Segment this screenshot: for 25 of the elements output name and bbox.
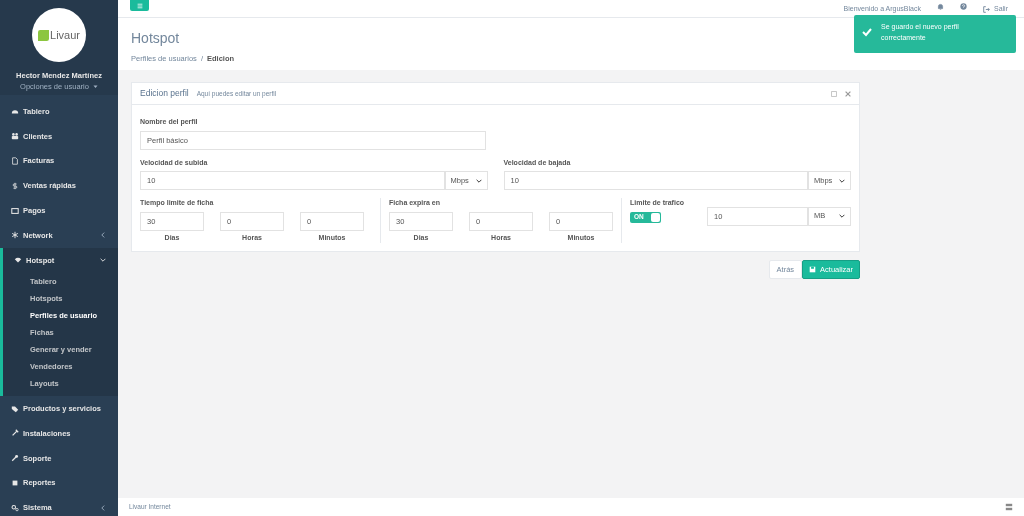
check-icon <box>862 27 872 37</box>
bell-icon <box>937 3 944 10</box>
close-icon <box>845 90 851 97</box>
dollar-icon <box>11 181 19 190</box>
card-icon <box>11 206 19 215</box>
dashboard-icon <box>11 107 19 116</box>
chevron-down-icon <box>475 177 482 184</box>
logout-icon <box>983 5 990 13</box>
chevron-down-icon <box>839 177 845 184</box>
page-title: Hotspot <box>131 29 180 48</box>
panel-title: Edicion perfil <box>140 87 189 100</box>
logo: Livaur <box>32 8 86 62</box>
people-icon <box>11 132 19 141</box>
document-icon <box>11 157 19 165</box>
snowflake-icon <box>11 231 19 240</box>
caret-icon <box>92 84 98 90</box>
gears-icon <box>11 503 19 512</box>
menu-toggle-button[interactable] <box>130 0 149 11</box>
tool-icon <box>11 429 19 438</box>
tags-icon <box>11 404 19 413</box>
wifi-icon <box>14 256 22 265</box>
menu-icon <box>136 2 143 9</box>
chevron-down-icon <box>839 213 845 219</box>
help-icon <box>960 3 967 10</box>
wrench-icon <box>11 454 19 463</box>
